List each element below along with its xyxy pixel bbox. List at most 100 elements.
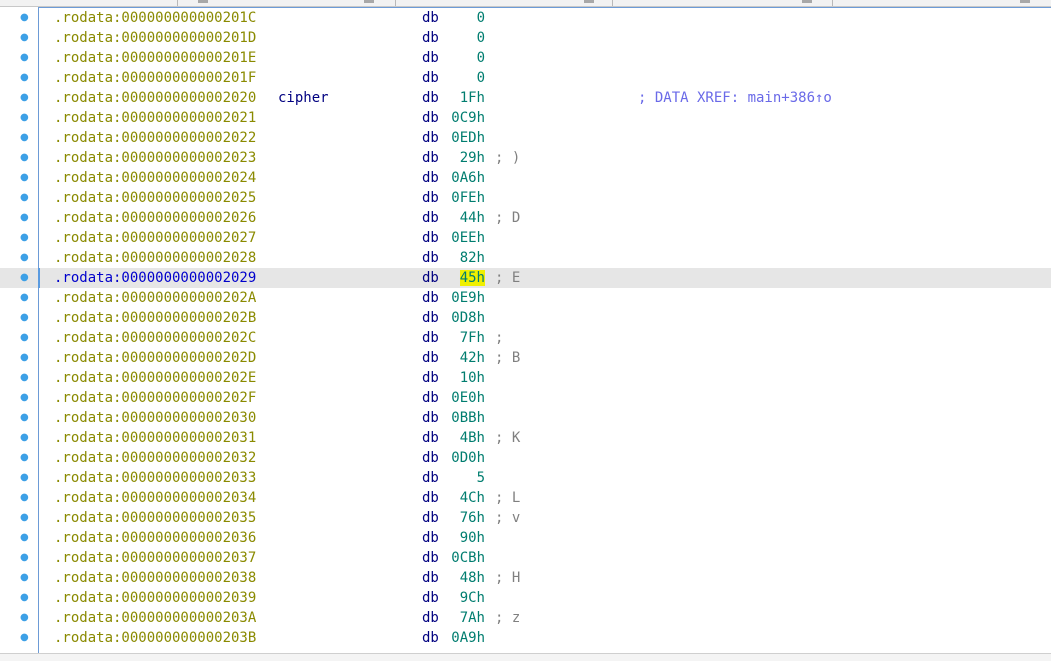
operand-value[interactable]: 7Fh — [440, 328, 485, 348]
operand-value[interactable]: 4Ch — [440, 488, 485, 508]
operand-text[interactable]: 48h — [460, 570, 485, 586]
operand-text[interactable]: 0 — [477, 70, 485, 86]
mnemonic[interactable]: db — [422, 148, 439, 168]
listing-row[interactable]: ● .rodata:0000000000002030 db 0BBh — [0, 408, 1051, 428]
operand-value[interactable]: 0E9h — [440, 288, 485, 308]
listing-row[interactable]: ● .rodata:000000000000203B db 0A9h — [0, 628, 1051, 648]
mnemonic[interactable]: db — [422, 68, 439, 88]
address[interactable]: .rodata:0000000000002025 — [54, 188, 256, 208]
operand-text[interactable]: 0A6h — [451, 170, 485, 186]
disassembly-listing[interactable]: ● .rodata:000000000000201C db 0 ● .rodata:000… — [0, 8, 1051, 648]
operand-text[interactable]: 10h — [460, 370, 485, 386]
operand-value[interactable]: 0 — [440, 48, 485, 68]
address[interactable]: .rodata:0000000000002029 — [54, 268, 256, 288]
operand-text[interactable]: 0E9h — [451, 290, 485, 306]
listing-row[interactable]: ● .rodata:0000000000002026 db 44h ; D — [0, 208, 1051, 228]
panel-divider[interactable] — [612, 0, 613, 6]
operand-text[interactable]: 82h — [460, 250, 485, 266]
operand-text[interactable]: 0EDh — [451, 130, 485, 146]
operand-value[interactable]: 0 — [440, 8, 485, 28]
listing-row[interactable]: ● .rodata:0000000000002029 db 45h ; E — [0, 268, 1051, 288]
listing-row[interactable]: ● .rodata:0000000000002028 db 82h — [0, 248, 1051, 268]
address[interactable]: .rodata:0000000000002036 — [54, 528, 256, 548]
operand-value[interactable]: 10h — [440, 368, 485, 388]
operand-text[interactable]: 7Fh — [460, 330, 485, 346]
panel-divider[interactable] — [395, 0, 396, 6]
address[interactable]: .rodata:0000000000002020 — [54, 88, 256, 108]
operand-text[interactable]: 90h — [460, 530, 485, 546]
operand-value[interactable]: 0D8h — [440, 308, 485, 328]
mnemonic[interactable]: db — [422, 328, 439, 348]
operand-value[interactable]: 0FEh — [440, 188, 485, 208]
listing-row[interactable]: ● .rodata:000000000000201D db 0 — [0, 28, 1051, 48]
mnemonic[interactable]: db — [422, 48, 439, 68]
listing-row[interactable]: ● .rodata:0000000000002024 db 0A6h — [0, 168, 1051, 188]
mnemonic[interactable]: db — [422, 468, 439, 488]
mnemonic[interactable]: db — [422, 248, 439, 268]
mnemonic[interactable]: db — [422, 608, 439, 628]
mnemonic[interactable]: db — [422, 428, 439, 448]
operand-value[interactable]: 45h — [440, 268, 485, 288]
symbol-label[interactable]: cipher — [278, 88, 329, 108]
address[interactable]: .rodata:0000000000002027 — [54, 228, 256, 248]
panel-handle-icon[interactable] — [1020, 0, 1030, 3]
mnemonic[interactable]: db — [422, 128, 439, 148]
address[interactable]: .rodata:000000000000201C — [54, 8, 256, 28]
operand-text[interactable]: 4Ch — [460, 490, 485, 506]
mnemonic[interactable]: db — [422, 548, 439, 568]
address[interactable]: .rodata:0000000000002032 — [54, 448, 256, 468]
mnemonic[interactable]: db — [422, 268, 439, 288]
mnemonic[interactable]: db — [422, 448, 439, 468]
listing-row[interactable]: ● .rodata:000000000000202C db 7Fh; — [0, 328, 1051, 348]
address[interactable]: .rodata:000000000000203B — [54, 628, 256, 648]
operand-text[interactable]: 1Fh — [460, 90, 485, 106]
address[interactable]: .rodata:0000000000002039 — [54, 588, 256, 608]
operand-text[interactable]: 5 — [477, 470, 485, 486]
operand-text[interactable]: 0CBh — [451, 550, 485, 566]
operand-value[interactable]: 48h — [440, 568, 485, 588]
panel-divider[interactable] — [832, 0, 833, 6]
operand-value[interactable]: 0C9h — [440, 108, 485, 128]
operand-value[interactable]: 82h — [440, 248, 485, 268]
address[interactable]: .rodata:0000000000002023 — [54, 148, 256, 168]
operand-text[interactable]: 0A9h — [451, 630, 485, 646]
mnemonic[interactable]: db — [422, 228, 439, 248]
operand-text[interactable]: 0FEh — [451, 190, 485, 206]
address[interactable]: .rodata:000000000000202C — [54, 328, 256, 348]
address[interactable]: .rodata:0000000000002026 — [54, 208, 256, 228]
mnemonic[interactable]: db — [422, 488, 439, 508]
address[interactable]: .rodata:0000000000002030 — [54, 408, 256, 428]
operand-text[interactable]: 0 — [477, 50, 485, 66]
operand-text[interactable]: 4Bh — [460, 430, 485, 446]
operand-text[interactable]: 9Ch — [460, 590, 485, 606]
mnemonic[interactable]: db — [422, 28, 439, 48]
address[interactable]: .rodata:000000000000203A — [54, 608, 256, 628]
panel-handle-icon[interactable] — [802, 0, 812, 3]
operand-value[interactable]: 42h — [440, 348, 485, 368]
listing-row[interactable]: ● .rodata:0000000000002039 db 9Ch — [0, 588, 1051, 608]
operand-text[interactable]: 44h — [460, 210, 485, 226]
address[interactable]: .rodata:0000000000002024 — [54, 168, 256, 188]
listing-row[interactable]: ● .rodata:0000000000002027 db 0EEh — [0, 228, 1051, 248]
mnemonic[interactable]: db — [422, 308, 439, 328]
listing-row[interactable]: ● .rodata:000000000000202D db 42h ; B — [0, 348, 1051, 368]
operand-value[interactable]: 7Ah — [440, 608, 485, 628]
listing-row[interactable]: ● .rodata:000000000000201F db 0 — [0, 68, 1051, 88]
operand-text[interactable]: 76h — [460, 510, 485, 526]
address[interactable]: .rodata:000000000000202A — [54, 288, 256, 308]
address[interactable]: .rodata:000000000000201D — [54, 28, 256, 48]
operand-text[interactable]: 0EEh — [451, 230, 485, 246]
listing-row[interactable]: ● .rodata:000000000000202E db 10h — [0, 368, 1051, 388]
operand-value[interactable]: 0A9h — [440, 628, 485, 648]
listing-row[interactable]: ● .rodata:0000000000002035 db 76h ; v — [0, 508, 1051, 528]
operand-value[interactable]: 44h — [440, 208, 485, 228]
address[interactable]: .rodata:000000000000201F — [54, 68, 256, 88]
mnemonic[interactable]: db — [422, 588, 439, 608]
address[interactable]: .rodata:000000000000202E — [54, 368, 256, 388]
selected-operand[interactable]: 45h — [459, 270, 485, 286]
mnemonic[interactable]: db — [422, 288, 439, 308]
operand-value[interactable]: 0A6h — [440, 168, 485, 188]
operand-value[interactable]: 9Ch — [440, 588, 485, 608]
mnemonic[interactable]: db — [422, 88, 439, 108]
panel-divider[interactable] — [177, 0, 178, 6]
